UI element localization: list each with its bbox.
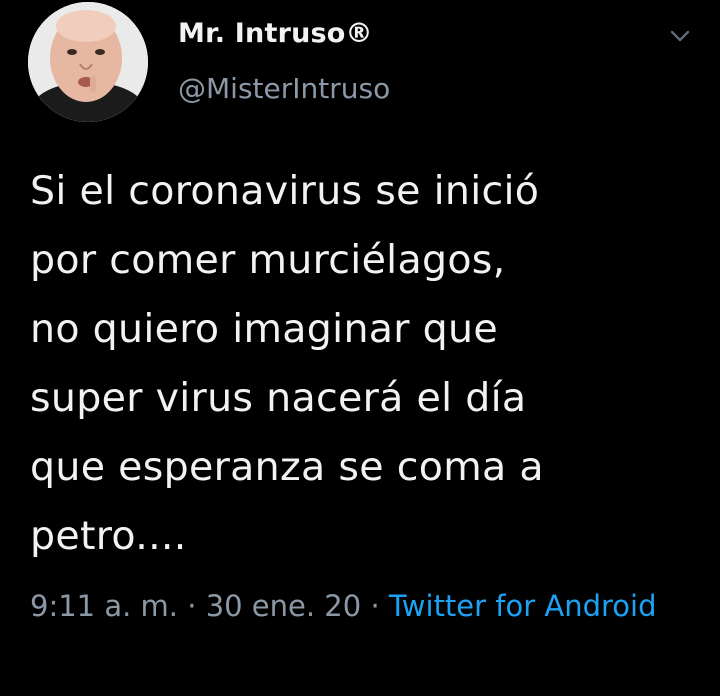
tweet-line: Si el coronavirus se inició — [30, 168, 540, 214]
tweet-line: por comer murciélagos, — [30, 237, 506, 283]
tweet-text: Si el coronavirus se inició por comer mu… — [30, 157, 690, 571]
avatar-portrait — [28, 2, 148, 122]
author-handle[interactable]: @MisterIntruso — [178, 72, 390, 105]
meta-separator: · — [370, 589, 380, 623]
avatar[interactable] — [28, 2, 148, 122]
tweet-line: que esperanza se coma a — [30, 444, 544, 490]
tweet-time[interactable]: 9:11 a. m. — [30, 589, 178, 623]
tweet-source-link[interactable]: Twitter for Android — [389, 589, 657, 623]
tweet-line: super virus nacerá el día — [30, 375, 527, 421]
author-display-name[interactable]: Mr. Intruso® — [178, 18, 373, 49]
chevron-down-icon[interactable] — [664, 20, 696, 52]
tweet-line: petro.... — [30, 513, 187, 559]
meta-separator: · — [187, 589, 197, 623]
tweet-meta: 9:11 a. m. · 30 ene. 20 · Twitter for An… — [30, 582, 690, 631]
tweet-date[interactable]: 30 ene. 20 — [206, 589, 362, 623]
tweet-line: no quiero imaginar que — [30, 306, 498, 352]
